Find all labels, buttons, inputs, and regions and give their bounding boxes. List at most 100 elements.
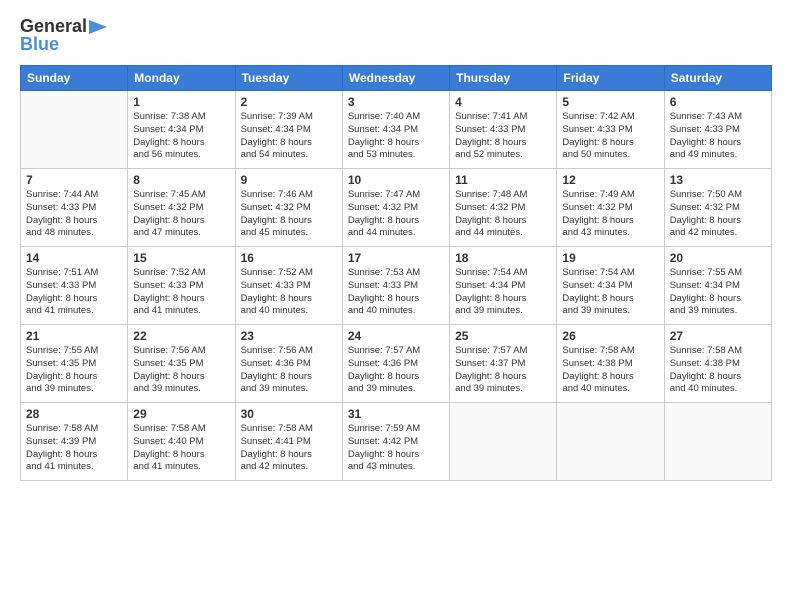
day-info: Sunrise: 7:58 AMSunset: 4:40 PMDaylight:… [133,423,229,474]
day-info: Sunrise: 7:57 AMSunset: 4:36 PMDaylight:… [348,345,444,396]
calendar-cell: 5 Sunrise: 7:42 AMSunset: 4:33 PMDaylight… [557,91,664,169]
calendar-cell: 6 Sunrise: 7:43 AMSunset: 4:33 PMDaylight… [664,91,771,169]
calendar-cell [450,403,557,481]
day-number: 4 [455,95,551,109]
day-info: Sunrise: 7:55 AMSunset: 4:34 PMDaylight:… [670,267,766,318]
calendar-cell: 17 Sunrise: 7:53 AMSunset: 4:33 PMDayligh… [342,247,449,325]
week-row-5: 28 Sunrise: 7:58 AMSunset: 4:39 PMDayligh… [21,403,772,481]
calendar-cell: 9Sunrise: 7:46 AMSunset: 4:32 PMDaylight… [235,169,342,247]
col-header-sunday: Sunday [21,66,128,91]
day-number: 5 [562,95,658,109]
day-info: Sunrise: 7:41 AMSunset: 4:33 PMDaylight:… [455,111,551,162]
day-number: 11 [455,173,551,187]
page: General Blue SundayMondayTuesdayWednesda… [0,0,792,612]
day-info: Sunrise: 7:50 AMSunset: 4:32 PMDaylight:… [670,189,766,240]
calendar-cell [557,403,664,481]
day-number: 26 [562,329,658,343]
header: General Blue [20,16,772,55]
day-number: 2 [241,95,337,109]
day-number: 12 [562,173,658,187]
col-header-friday: Friday [557,66,664,91]
day-number: 16 [241,251,337,265]
day-number: 24 [348,329,444,343]
calendar-cell: 16 Sunrise: 7:52 AMSunset: 4:33 PMDayligh… [235,247,342,325]
day-info: Sunrise: 7:38 AMSunset: 4:34 PMDaylight:… [133,111,229,162]
day-info: Sunrise: 7:59 AMSunset: 4:42 PMDaylight:… [348,423,444,474]
week-row-3: 14 Sunrise: 7:51 AMSunset: 4:33 PMDayligh… [21,247,772,325]
day-number: 31 [348,407,444,421]
calendar-cell [21,91,128,169]
day-info: Sunrise: 7:46 AMSunset: 4:32 PMDaylight:… [241,189,337,240]
day-info: Sunrise: 7:58 AMSunset: 4:41 PMDaylight:… [241,423,337,474]
calendar-cell: 3Sunrise: 7:40 AMSunset: 4:34 PMDaylight… [342,91,449,169]
calendar-cell: 18 Sunrise: 7:54 AMSunset: 4:34 PMDayligh… [450,247,557,325]
calendar-cell: 11 Sunrise: 7:48 AMSunset: 4:32 PMDayligh… [450,169,557,247]
day-number: 27 [670,329,766,343]
logo-arrow-icon [89,20,107,34]
calendar-cell: 31 Sunrise: 7:59 AMSunset: 4:42 PMDayligh… [342,403,449,481]
day-number: 1 [133,95,229,109]
day-info: Sunrise: 7:57 AMSunset: 4:37 PMDaylight:… [455,345,551,396]
calendar-cell: 20 Sunrise: 7:55 AMSunset: 4:34 PMDayligh… [664,247,771,325]
calendar: SundayMondayTuesdayWednesdayThursdayFrid… [20,65,772,481]
day-info: Sunrise: 7:49 AMSunset: 4:32 PMDaylight:… [562,189,658,240]
day-number: 21 [26,329,122,343]
calendar-cell: 10Sunrise: 7:47 AMSunset: 4:32 PMDayligh… [342,169,449,247]
col-header-tuesday: Tuesday [235,66,342,91]
day-number: 23 [241,329,337,343]
day-number: 14 [26,251,122,265]
calendar-cell: 14 Sunrise: 7:51 AMSunset: 4:33 PMDayligh… [21,247,128,325]
col-header-saturday: Saturday [664,66,771,91]
day-number: 20 [670,251,766,265]
day-info: Sunrise: 7:48 AMSunset: 4:32 PMDaylight:… [455,189,551,240]
day-number: 13 [670,173,766,187]
day-number: 3 [348,95,444,109]
calendar-cell: 1 Sunrise: 7:38 AMSunset: 4:34 PMDaylight… [128,91,235,169]
day-number: 28 [26,407,122,421]
calendar-cell [664,403,771,481]
calendar-cell: 22 Sunrise: 7:56 AMSunset: 4:35 PMDayligh… [128,325,235,403]
day-info: Sunrise: 7:51 AMSunset: 4:33 PMDaylight:… [26,267,122,318]
day-info: Sunrise: 7:56 AMSunset: 4:35 PMDaylight:… [133,345,229,396]
calendar-cell: 27 Sunrise: 7:58 AMSunset: 4:38 PMDayligh… [664,325,771,403]
day-info: Sunrise: 7:58 AMSunset: 4:38 PMDaylight:… [670,345,766,396]
day-info: Sunrise: 7:45 AMSunset: 4:32 PMDaylight:… [133,189,229,240]
day-info: Sunrise: 7:54 AMSunset: 4:34 PMDaylight:… [455,267,551,318]
day-info: Sunrise: 7:42 AMSunset: 4:33 PMDaylight:… [562,111,658,162]
day-number: 10 [348,173,444,187]
day-number: 30 [241,407,337,421]
day-info: Sunrise: 7:53 AMSunset: 4:33 PMDaylight:… [348,267,444,318]
day-info: Sunrise: 7:52 AMSunset: 4:33 PMDaylight:… [241,267,337,318]
calendar-cell: 8 Sunrise: 7:45 AMSunset: 4:32 PMDaylight… [128,169,235,247]
calendar-cell: 30 Sunrise: 7:58 AMSunset: 4:41 PMDayligh… [235,403,342,481]
calendar-cell: 13 Sunrise: 7:50 AMSunset: 4:32 PMDayligh… [664,169,771,247]
day-info: Sunrise: 7:43 AMSunset: 4:33 PMDaylight:… [670,111,766,162]
calendar-cell: 7Sunrise: 7:44 AMSunset: 4:33 PMDaylight… [21,169,128,247]
day-info: Sunrise: 7:55 AMSunset: 4:35 PMDaylight:… [26,345,122,396]
day-number: 29 [133,407,229,421]
day-number: 17 [348,251,444,265]
calendar-cell: 28 Sunrise: 7:58 AMSunset: 4:39 PMDayligh… [21,403,128,481]
week-row-1: 1 Sunrise: 7:38 AMSunset: 4:34 PMDaylight… [21,91,772,169]
logo-blue-text: Blue [20,34,107,55]
day-info: Sunrise: 7:58 AMSunset: 4:39 PMDaylight:… [26,423,122,474]
col-header-thursday: Thursday [450,66,557,91]
col-header-wednesday: Wednesday [342,66,449,91]
calendar-cell: 23Sunrise: 7:56 AMSunset: 4:36 PMDayligh… [235,325,342,403]
header-row: SundayMondayTuesdayWednesdayThursdayFrid… [21,66,772,91]
calendar-cell: 24 Sunrise: 7:57 AMSunset: 4:36 PMDayligh… [342,325,449,403]
day-number: 7 [26,173,122,187]
day-info: Sunrise: 7:52 AMSunset: 4:33 PMDaylight:… [133,267,229,318]
day-number: 8 [133,173,229,187]
day-number: 18 [455,251,551,265]
day-info: Sunrise: 7:54 AMSunset: 4:34 PMDaylight:… [562,267,658,318]
calendar-cell: 26Sunrise: 7:58 AMSunset: 4:38 PMDayligh… [557,325,664,403]
week-row-4: 21 Sunrise: 7:55 AMSunset: 4:35 PMDayligh… [21,325,772,403]
day-number: 25 [455,329,551,343]
day-number: 19 [562,251,658,265]
day-number: 22 [133,329,229,343]
col-header-monday: Monday [128,66,235,91]
day-number: 15 [133,251,229,265]
calendar-cell: 2Sunrise: 7:39 AMSunset: 4:34 PMDaylight… [235,91,342,169]
day-number: 6 [670,95,766,109]
